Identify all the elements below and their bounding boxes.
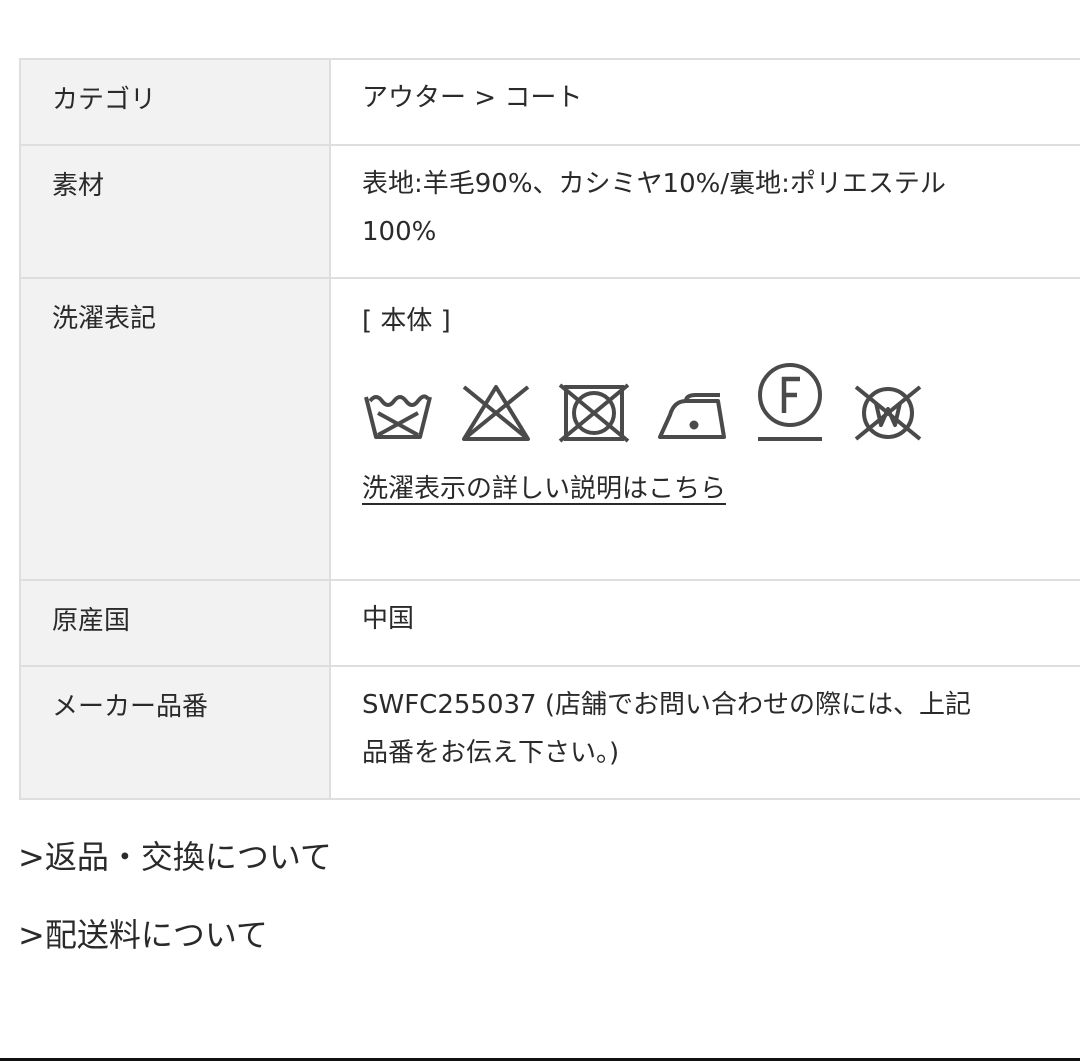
maker-label: メーカー品番: [52, 692, 209, 722]
category-label: カテゴリ: [52, 85, 157, 115]
care-label: 洗濯表記: [52, 304, 157, 334]
spec-value-material: 表地:羊毛90%、カシミヤ10%/裏地:ポリエステル 100%: [330, 144, 1080, 279]
maker-value-line1: SWFC255037 (店舗でお問い合わせの際には、上記: [362, 690, 971, 720]
spec-row-maker: メーカー品番 SWFC255037 (店舗でお問い合わせの際には、上記 品番をお…: [19, 665, 1080, 800]
no-wet-clean-icon: [852, 383, 924, 443]
spec-row-category: カテゴリ アウター > コート: [19, 58, 1080, 146]
spec-value-category: アウター > コート: [330, 58, 1080, 146]
spec-label-care: 洗濯表記: [19, 277, 331, 581]
material-value: 表地:羊毛90%、カシミヤ10%/裏地:ポリエステル 100%: [362, 146, 1039, 256]
spec-value-maker: SWFC255037 (店舗でお問い合わせの際には、上記 品番をお伝え下さい。): [330, 665, 1080, 800]
product-spec-table: カテゴリ アウター > コート 素材 表地:羊毛90%、カシミヤ10%/裏地:ポ…: [19, 58, 1080, 800]
maker-value: SWFC255037 (店舗でお問い合わせの際には、上記 品番をお伝え下さい。): [362, 667, 1039, 777]
wash-tub-icon: [362, 383, 434, 443]
spec-value-origin: 中国: [330, 579, 1080, 667]
no-tumble-dry-icon: [558, 383, 630, 443]
spec-label-maker: メーカー品番: [19, 665, 331, 800]
care-section-title: [ 本体 ]: [362, 306, 451, 336]
info-links: >返品・交換について >配送料について: [18, 832, 332, 988]
spec-label-material: 素材: [19, 144, 331, 279]
spec-row-care: 洗濯表記 [ 本体 ] 洗濯表示の詳しい説明はこちら: [19, 277, 1080, 581]
origin-value: 中国: [362, 604, 415, 634]
shipping-fee-link[interactable]: >配送料について: [18, 910, 332, 960]
spec-value-care: [ 本体 ] 洗濯表示の詳しい説明はこちら: [330, 277, 1080, 581]
spec-row-material: 素材 表地:羊毛90%、カシミヤ10%/裏地:ポリエステル 100%: [19, 144, 1080, 279]
spec-label-origin: 原産国: [19, 579, 331, 667]
dry-clean-f-icon: [754, 359, 826, 443]
material-value-line2: 100%: [362, 217, 437, 247]
returns-exchange-link[interactable]: >返品・交換について: [18, 832, 332, 882]
no-bleach-icon: [460, 383, 532, 443]
care-label-detail-link[interactable]: 洗濯表示の詳しい説明はこちら: [362, 469, 726, 509]
care-icons-row: [362, 359, 1039, 443]
origin-label: 原産国: [52, 606, 131, 636]
category-value: アウター > コート: [362, 83, 583, 113]
low-iron-icon: [656, 383, 728, 443]
maker-value-line2: 品番をお伝え下さい。): [362, 738, 620, 768]
material-label: 素材: [52, 171, 105, 201]
spec-row-origin: 原産国 中国: [19, 579, 1080, 667]
material-value-line1: 表地:羊毛90%、カシミヤ10%/裏地:ポリエステル: [362, 169, 946, 199]
spec-label-category: カテゴリ: [19, 58, 331, 146]
